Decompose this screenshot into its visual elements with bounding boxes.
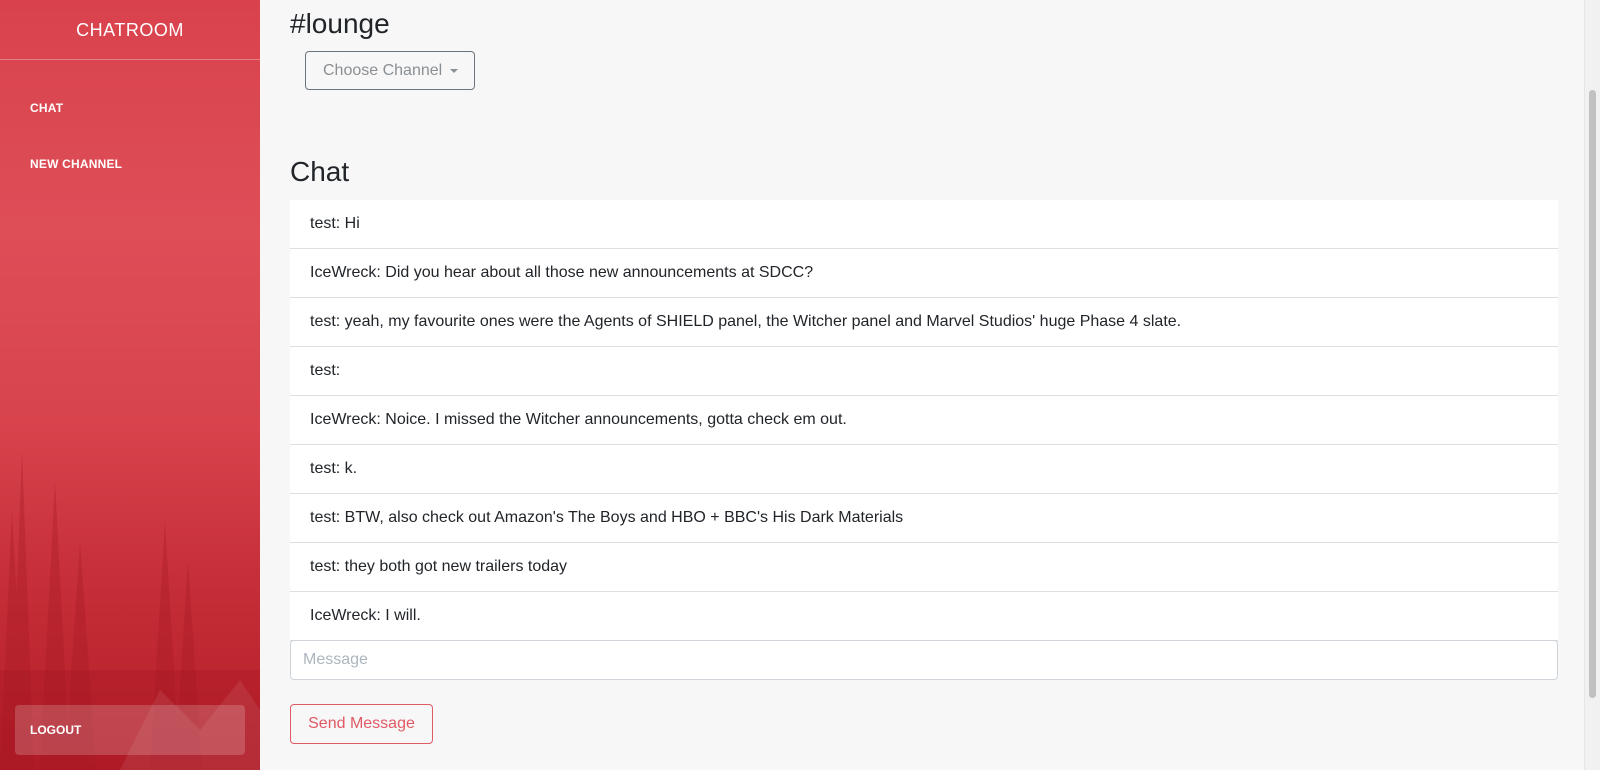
message-list: test: Hi IceWreck: Did you hear about al… (290, 200, 1558, 641)
channel-title: #lounge (290, 8, 390, 39)
message-item: IceWreck: Did you hear about all those n… (290, 249, 1558, 298)
message-item: test: they both got new trailers today (290, 543, 1558, 592)
chat-title: Chat (290, 156, 350, 187)
brand-title: CHATROOM (0, 0, 260, 60)
message-item: test: k. (290, 445, 1558, 494)
message-input[interactable] (290, 640, 1558, 680)
message-item: test: (290, 347, 1558, 396)
page-scrollbar[interactable] (1584, 0, 1600, 770)
choose-channel-label: Choose Channel (323, 61, 443, 79)
send-message-button[interactable]: Send Message (290, 704, 433, 744)
sidebar: CHATROOM CHAT NEW CHANNEL LOGOUT (0, 0, 260, 770)
message-item: IceWreck: I will. (290, 592, 1558, 641)
message-item: IceWreck: Noice. I missed the Witcher an… (290, 396, 1558, 445)
scrollbar-thumb[interactable] (1589, 90, 1596, 698)
main-content: #lounge Choose Channel Chat test: Hi Ice… (260, 0, 1584, 770)
caret-down-icon (450, 68, 459, 73)
message-item: test: Hi (290, 200, 1558, 249)
sidebar-item-chat[interactable]: CHAT (0, 80, 260, 136)
message-item: test: BTW, also check out Amazon's The B… (290, 494, 1558, 543)
sidebar-item-new-channel[interactable]: NEW CHANNEL (0, 136, 260, 192)
choose-channel-dropdown[interactable]: Choose Channel (305, 51, 475, 90)
sidebar-nav: CHAT NEW CHANNEL (0, 80, 260, 192)
logout-button[interactable]: LOGOUT (15, 705, 245, 755)
message-item: test: yeah, my favourite ones were the A… (290, 298, 1558, 347)
